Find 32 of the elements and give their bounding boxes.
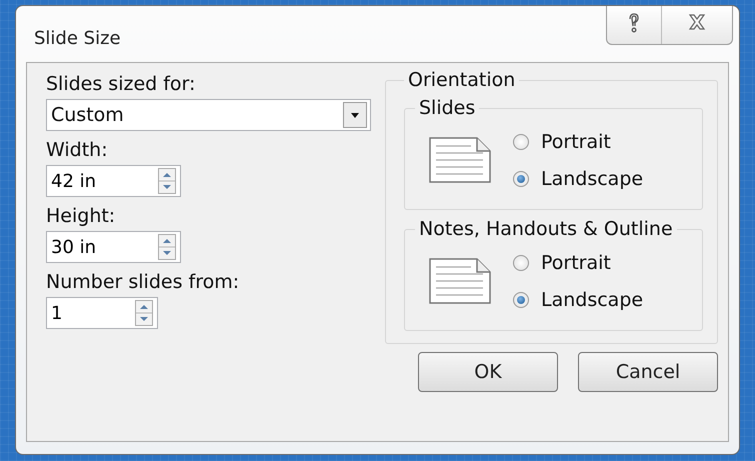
radio-label[interactable]: Portrait [541,252,611,274]
ok-button[interactable]: OK [418,352,558,392]
radio-label[interactable]: Landscape [541,168,644,190]
spinner-icon[interactable] [135,300,153,326]
cancel-button[interactable]: Cancel [578,352,718,392]
field-label: Width: [46,139,109,161]
close-icon[interactable] [688,14,706,30]
spin-box[interactable]: 42 in [46,165,181,197]
spinner-icon[interactable] [158,168,176,194]
field-label: Slides sized for: [46,73,196,95]
spinner-icon[interactable] [158,234,176,260]
field-value: 42 in [50,170,98,192]
radio-button[interactable] [513,170,529,186]
window-title: Slide Size [34,28,121,49]
dropdown[interactable]: Custom [46,99,371,131]
group-title: Slides [418,97,476,119]
radio-label[interactable]: Landscape [541,288,644,310]
document-icon [429,258,491,304]
radio-label[interactable]: Portrait [541,130,611,152]
field-value: 1 [50,302,64,324]
document-icon [429,137,491,183]
radio-button[interactable] [513,292,529,308]
radio-button[interactable] [513,134,529,150]
radio-button[interactable] [513,254,529,270]
field-label: Number slides from: [46,271,240,293]
field-value: 30 in [50,236,98,258]
group-title: Notes, Handouts & Outline [418,218,674,240]
group-title: Orientation [407,69,516,91]
field-label: Height: [46,205,116,227]
help-icon[interactable] [627,12,641,34]
spin-box[interactable]: 1 [46,297,158,329]
spin-box[interactable]: 30 in [46,231,181,263]
